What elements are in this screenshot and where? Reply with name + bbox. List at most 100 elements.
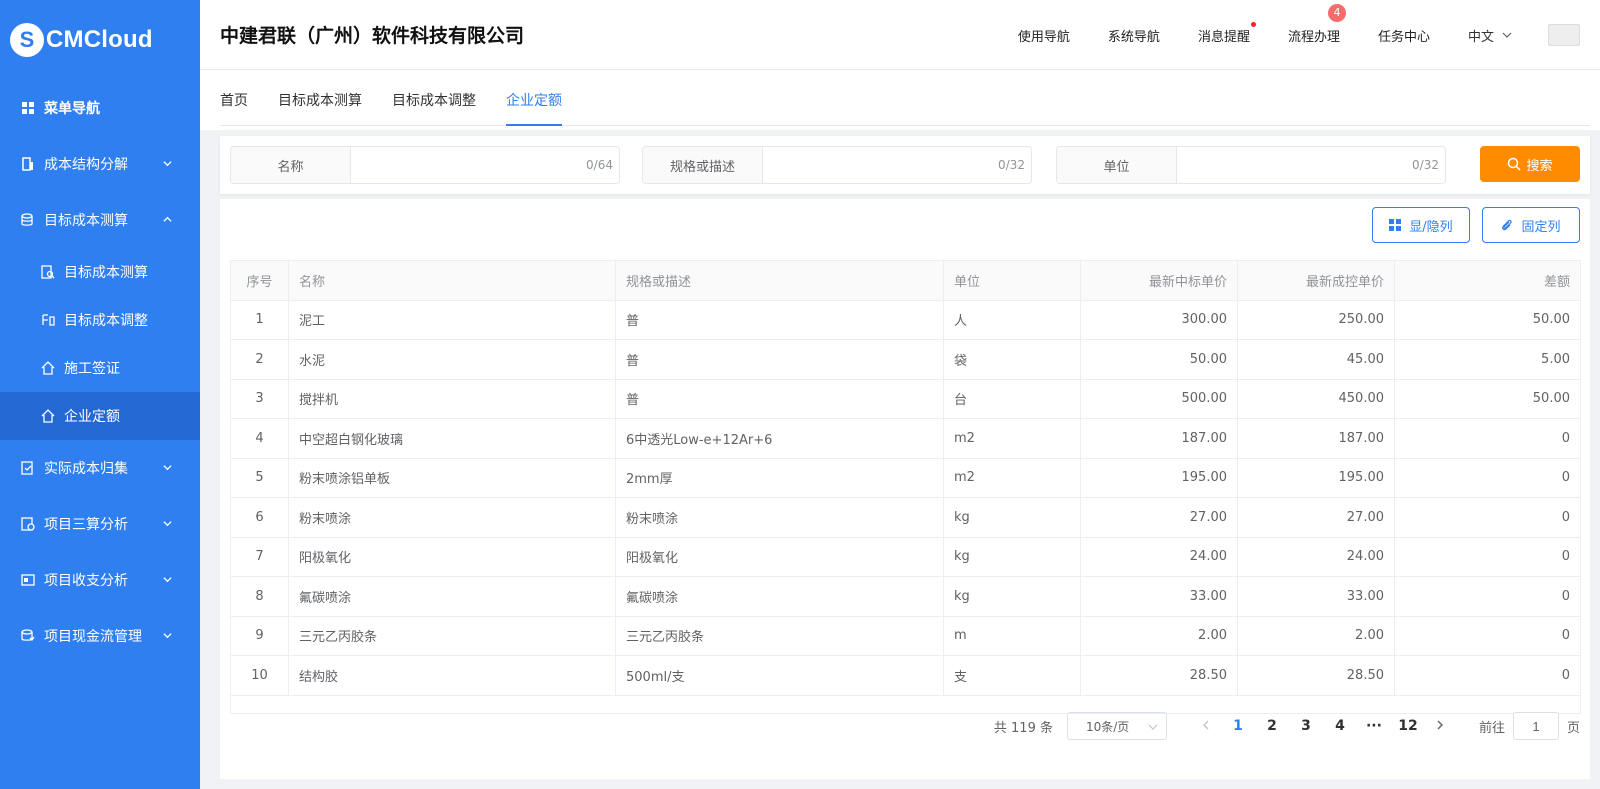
table-row[interactable]: 2 水泥普袋 50.00 45.00 5.00 <box>230 339 1581 380</box>
sidebar-item-label: 成本结构分解 <box>44 157 128 173</box>
cell-index: 8 <box>230 576 289 617</box>
unit-field: 单位 0/32 <box>1056 146 1446 184</box>
next-page-button[interactable] <box>1425 719 1455 734</box>
search-panel: 名称 0/64 规格或描述 0/32 单位 0/32 搜索 <box>220 136 1590 194</box>
submenu-item-target-cost-calc[interactable]: 目标成本测算 <box>0 248 200 296</box>
submenu-item-enterprise-quota[interactable]: 企业定额 <box>0 392 200 440</box>
chevron-right-icon <box>1437 720 1443 729</box>
fix-columns-button[interactable]: 固定列 <box>1482 207 1580 243</box>
chevron-up-icon <box>163 216 172 222</box>
chevron-down-icon <box>163 633 172 639</box>
prev-page-button[interactable] <box>1191 719 1221 734</box>
cell-unit: 人 <box>943 299 1081 340</box>
page-3[interactable]: 3 <box>1289 718 1323 734</box>
submenu-item-target-cost-adjust[interactable]: 目标成本调整 <box>0 296 200 344</box>
cell-index: 10 <box>230 655 289 696</box>
chevron-left-icon <box>1202 720 1209 729</box>
table-row[interactable]: 6 粉末喷涂 粉末喷涂 kg 27.00 27.00 0 <box>230 497 1581 538</box>
sidebar-item-income-expense[interactable]: 项目收支分析 <box>0 552 200 608</box>
col-header-unit[interactable]: 单位 <box>943 260 1081 301</box>
cell-name: 泥工 <box>288 299 616 340</box>
house-icon <box>40 408 56 424</box>
search-button[interactable]: 搜索 <box>1480 146 1580 182</box>
avatar[interactable] <box>1548 24 1580 46</box>
table-row[interactable]: 10 结构胶 500ml/支支 28.50 28.50 0 <box>230 655 1581 696</box>
grid-icon <box>1389 219 1402 231</box>
cell-bid-price: 300.00 <box>1080 299 1238 340</box>
table-row[interactable]: 5 粉末喷涂铝单板 2mm厚 m2 195.00 195.00 0 <box>230 457 1581 498</box>
col-header-name[interactable]: 名称 <box>288 260 616 301</box>
cell-difference: 0 <box>1394 536 1581 577</box>
submenu-item-label: 施工签证 <box>64 361 120 377</box>
table-row[interactable]: 8 氟碳喷涂 氟碳喷涂 kg 33.00 33.00 0 <box>230 576 1581 617</box>
language-select[interactable]: 中文 <box>1468 26 1512 45</box>
name-input[interactable] <box>351 147 587 183</box>
logo[interactable]: S CMCloud <box>0 0 200 80</box>
page-jump-label: 前往 <box>1478 720 1505 736</box>
nav-system-guide[interactable]: 系统导航 <box>1108 26 1160 45</box>
col-header-control-price[interactable]: 最新成控单价 <box>1237 260 1395 301</box>
nav-usage-guide[interactable]: 使用导航 <box>1018 26 1070 45</box>
page-2[interactable]: 2 <box>1255 718 1289 734</box>
nav-workflow[interactable]: 流程办理 4 <box>1288 3 1346 45</box>
cell-unit: 支 <box>943 655 1081 696</box>
table-row[interactable]: 9 三元乙丙胶条 三元乙丙胶条 m 2.00 2.00 0 <box>230 615 1581 656</box>
tab-target-cost-calc[interactable]: 目标成本测算 <box>278 79 362 125</box>
doc-search-icon <box>40 264 56 280</box>
page-size-select[interactable]: 10条/页 <box>1066 712 1167 740</box>
page-jump-input[interactable] <box>1512 712 1559 740</box>
language-label: 中文 <box>1467 29 1494 45</box>
search-button-label: 搜索 <box>1526 158 1553 174</box>
page-jump-suffix: 页 <box>1566 720 1580 736</box>
cell-spec: 粉末喷涂 <box>615 497 944 538</box>
page-ellipsis[interactable]: ··· <box>1357 718 1391 734</box>
page-4[interactable]: 4 <box>1323 718 1357 734</box>
toggle-columns-button[interactable]: 显/隐列 <box>1372 207 1470 243</box>
page-1[interactable]: 1 <box>1221 718 1255 734</box>
paperclip-icon <box>1502 219 1513 230</box>
submenu-item-label: 企业定额 <box>64 409 120 425</box>
cell-bid-price: 195.00 <box>1080 457 1238 498</box>
table-row[interactable]: 7 阳极氧化 阳极氧化 kg 24.00 24.00 0 <box>230 536 1581 577</box>
submenu-item-construction-visa[interactable]: 施工签证 <box>0 344 200 392</box>
nav-task-center[interactable]: 任务中心 <box>1378 26 1430 45</box>
cell-spec: 普 <box>615 378 944 419</box>
company-name: 中建君联（广州）软件科技有限公司 <box>220 25 525 47</box>
spacer-cell <box>230 694 1581 714</box>
cell-index: 4 <box>230 418 289 459</box>
quota-table: 序号 名称 规格或描述 单位 最新中标单价 最新成控单价 差额 1 泥工普人 300… <box>230 260 1581 714</box>
page-12[interactable]: 12 <box>1391 718 1425 734</box>
sidebar-item-target-cost[interactable]: 目标成本测算 <box>0 192 200 248</box>
table-panel: 显/隐列 固定列 序号 名称 规格或描述 单位 最新中标单价 最新成控单价 差额… <box>220 199 1590 779</box>
col-header-difference[interactable]: 差额 <box>1394 260 1581 301</box>
table-row[interactable]: 1 泥工普人 300.00 250.00 50.00 <box>230 299 1581 340</box>
sidebar-item-cash-flow[interactable]: 项目现金流管理 <box>0 608 200 664</box>
cell-bid-price: 50.00 <box>1080 339 1238 380</box>
tab-enterprise-quota[interactable]: 企业定额 <box>506 79 562 126</box>
chevron-down-icon <box>163 465 172 471</box>
submenu-target-cost: 目标成本测算 目标成本调整 施工签证 企业定额 <box>0 248 200 440</box>
table-row[interactable]: 3 搅拌机普台 500.00 450.00 50.00 <box>230 378 1581 419</box>
page-size-value: 10条/页 <box>1085 719 1130 734</box>
sidebar-item-three-calc[interactable]: 项目三算分析 <box>0 496 200 552</box>
cell-index: 6 <box>230 497 289 538</box>
workflow-count-badge: 4 <box>1327 3 1346 22</box>
cell-spec: 2mm厚 <box>615 457 944 498</box>
unit-input[interactable] <box>1177 147 1413 183</box>
tab-target-cost-adjust[interactable]: 目标成本调整 <box>392 79 476 125</box>
col-header-bid-price[interactable]: 最新中标单价 <box>1080 260 1238 301</box>
spec-input[interactable] <box>763 147 999 183</box>
col-header-spec[interactable]: 规格或描述 <box>615 260 944 301</box>
cell-bid-price: 27.00 <box>1080 497 1238 538</box>
unit-field-label: 单位 <box>1057 147 1177 183</box>
sidebar-item-menu-nav[interactable]: 菜单导航 <box>0 80 200 136</box>
table-row[interactable]: 4 中空超白钢化玻璃 6中透光Low-e+12Ar+6 m2 187.00 187.00 0 <box>230 418 1581 459</box>
sidebar-item-cost-structure[interactable]: 成本结构分解 <box>0 136 200 192</box>
header: 中建君联（广州）软件科技有限公司 使用导航 系统导航 消息提醒 流程办理 4 任… <box>200 0 1600 70</box>
col-header-index[interactable]: 序号 <box>230 260 289 301</box>
nav-messages[interactable]: 消息提醒 <box>1198 21 1256 45</box>
sidebar-item-actual-cost[interactable]: 实际成本归集 <box>0 440 200 496</box>
tab-home[interactable]: 首页 <box>220 79 248 125</box>
cell-name: 三元乙丙胶条 <box>288 615 616 656</box>
cell-bid-price: 187.00 <box>1080 418 1238 459</box>
